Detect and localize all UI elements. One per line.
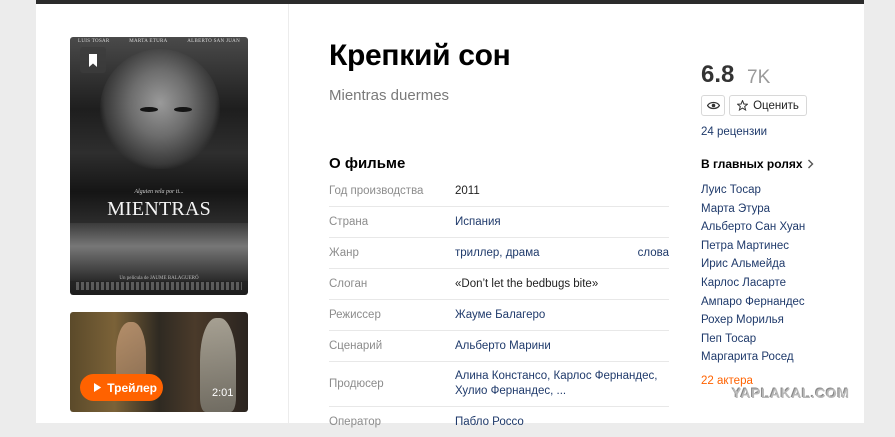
about-value-link[interactable]: Пабло Россо (455, 415, 669, 430)
chevron-right-icon (807, 159, 814, 169)
about-row-writer: Сценарий Альберто Марини (329, 331, 669, 362)
cast-list: Луис Тосар Марта Этура Альберто Сан Хуан… (701, 181, 805, 367)
movie-poster[interactable]: LUIS TOSAR MARTA ETURA ALBERTO SAN JUAN … (70, 37, 248, 295)
bookmark-button[interactable] (80, 47, 106, 73)
poster-actor: ALBERTO SAN JUAN (187, 39, 240, 44)
poster-eye-right (174, 107, 192, 112)
poster-tagline: Alguien vela por ti... (134, 189, 184, 195)
rate-label: Оценить (753, 99, 799, 112)
reviews-link[interactable]: 24 рецензии (701, 126, 767, 138)
original-title: Mientras duermes (329, 87, 450, 104)
about-row-producer: Продюсер Алина Констансо, Карлос Фернанд… (329, 362, 669, 407)
about-row-genre: Жанр триллер, драма слова (329, 238, 669, 269)
poster-scene (70, 223, 248, 281)
cast-item[interactable]: Карлос Ласарте (701, 274, 805, 293)
cast-item[interactable]: Рохер Морилья (701, 311, 805, 330)
eye-icon (706, 101, 720, 110)
trailer-label: Трейлер (107, 380, 157, 395)
cast-item[interactable]: Ирис Альмейда (701, 255, 805, 274)
poster-actors: LUIS TOSAR MARTA ETURA ALBERTO SAN JUAN (70, 39, 248, 44)
poster-actor: LUIS TOSAR (78, 39, 110, 44)
about-value-link[interactable]: Алина Констансо, Карлос Фернандес, Хулио… (455, 369, 669, 399)
about-row-director: Режиссер Жауме Балагеро (329, 300, 669, 331)
about-label: Оператор (329, 416, 382, 428)
about-row-slogan: Слоган «Don’t let the bedbugs bite» (329, 269, 669, 300)
play-icon (94, 383, 102, 392)
poster-eye-left (140, 107, 158, 112)
about-row-year: Год производства 2011 (329, 176, 669, 207)
about-label: Режиссер (329, 309, 381, 321)
watch-later-button[interactable] (701, 95, 725, 116)
poster-actor: MARTA ETURA (129, 39, 168, 44)
about-value-link[interactable]: Испания (455, 215, 669, 230)
poster-face (100, 49, 220, 169)
genre-keywords-link[interactable]: слова (638, 247, 669, 259)
about-row-operator: Оператор Пабло Россо (329, 407, 669, 437)
about-label: Продюсер (329, 378, 384, 390)
poster-credits (76, 282, 242, 290)
bookmark-icon (89, 53, 97, 67)
cast-item[interactable]: Альберто Сан Хуан (701, 218, 805, 237)
rating-score: 6.8 (701, 61, 735, 88)
about-value-link[interactable]: Жауме Балагеро (455, 308, 669, 323)
about-label: Год производства (329, 185, 424, 197)
cast-item[interactable]: Ампаро Фернандес (701, 293, 805, 312)
rating-votes: 7K (747, 67, 771, 88)
column-divider (288, 4, 289, 423)
cast-item[interactable]: Петра Мартинес (701, 237, 805, 256)
poster-director: Un película de JAUME BALAGUERÓ (119, 276, 199, 281)
trailer-duration: 2:01 (212, 387, 234, 399)
about-value-link[interactable]: триллер, драма (455, 246, 638, 261)
cast-item[interactable]: Маргарита Росед (701, 348, 805, 367)
trailer-play-button[interactable]: Трейлер (80, 374, 163, 401)
cast-item[interactable]: Пеп Тосар (701, 330, 805, 349)
about-value-link[interactable]: 2011 (455, 184, 669, 199)
rate-button[interactable]: Оценить (729, 95, 807, 116)
cast-item[interactable]: Марта Этура (701, 200, 805, 219)
cast-heading: В главных ролях (701, 157, 803, 171)
star-icon (737, 100, 749, 111)
about-label: Слоган (329, 278, 368, 290)
about-value: «Don’t let the bedbugs bite» (455, 277, 599, 290)
about-heading: О фильме (329, 155, 406, 172)
about-table: Год производства 2011 Страна Испания Жан… (329, 176, 669, 437)
about-label: Страна (329, 216, 369, 228)
cast-item[interactable]: Луис Тосар (701, 181, 805, 200)
cast-heading-link[interactable]: В главных ролях (701, 157, 814, 171)
about-row-country: Страна Испания (329, 207, 669, 238)
about-label: Жанр (329, 247, 359, 259)
about-label: Сценарий (329, 340, 383, 352)
watermark: YAPLAKAL.COM (732, 385, 850, 401)
about-value-link[interactable]: Альберто Марини (455, 339, 669, 354)
page-title: Крепкий сон (329, 39, 511, 72)
